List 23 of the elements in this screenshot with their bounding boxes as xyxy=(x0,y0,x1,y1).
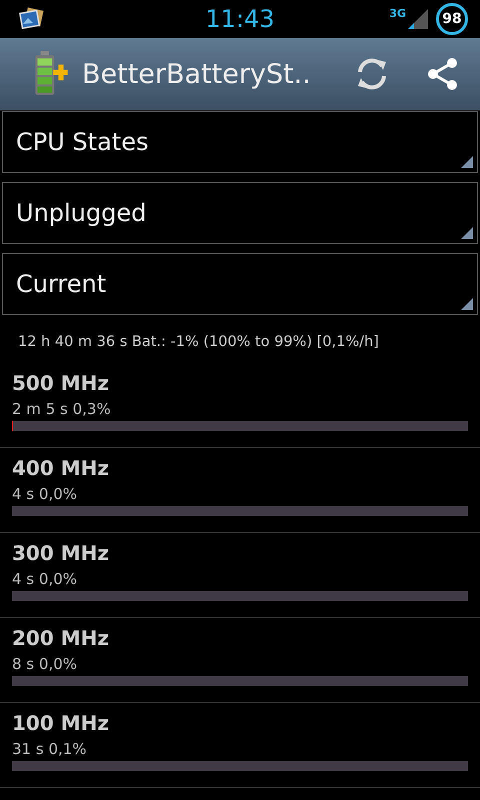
gallery-icon xyxy=(18,7,46,31)
signal-icon xyxy=(408,9,428,29)
frequency-label: 300 MHz xyxy=(12,541,110,565)
time-share-text: 4 s 0,0% xyxy=(12,570,78,588)
battery-indicator: 98 xyxy=(436,3,468,35)
dropdown[interactable]: Current xyxy=(2,253,478,315)
summary-text: 12 h 40 m 36 s Bat.: -1% (100% to 99%) [0,1%/h] xyxy=(17,333,380,352)
frequency-label: 200 MHz xyxy=(12,626,110,650)
clock: 11:43 xyxy=(204,5,276,33)
network-type: 3G xyxy=(389,7,406,20)
time-share-text: 31 s 0,1% xyxy=(12,740,88,758)
app-title: BetterBatterySt.. xyxy=(82,58,312,90)
frequency-label: 500 MHz xyxy=(12,371,110,395)
frequency-label: 400 MHz xyxy=(12,456,110,480)
time-share-text: 8 s 0,0% xyxy=(12,655,78,673)
frequency-label: 100 MHz xyxy=(12,711,110,735)
dropdown[interactable]: Unplugged xyxy=(2,182,478,244)
dropdown[interactable]: CPU States xyxy=(2,111,478,173)
dropdown-corner-icon xyxy=(461,156,473,168)
time-share-text: 2 m 5 s 0,3% xyxy=(12,400,112,418)
time-share-text: 4 s 0,0% xyxy=(12,485,78,503)
dropdown-corner-icon xyxy=(461,227,473,239)
dropdown-corner-icon xyxy=(461,298,473,310)
